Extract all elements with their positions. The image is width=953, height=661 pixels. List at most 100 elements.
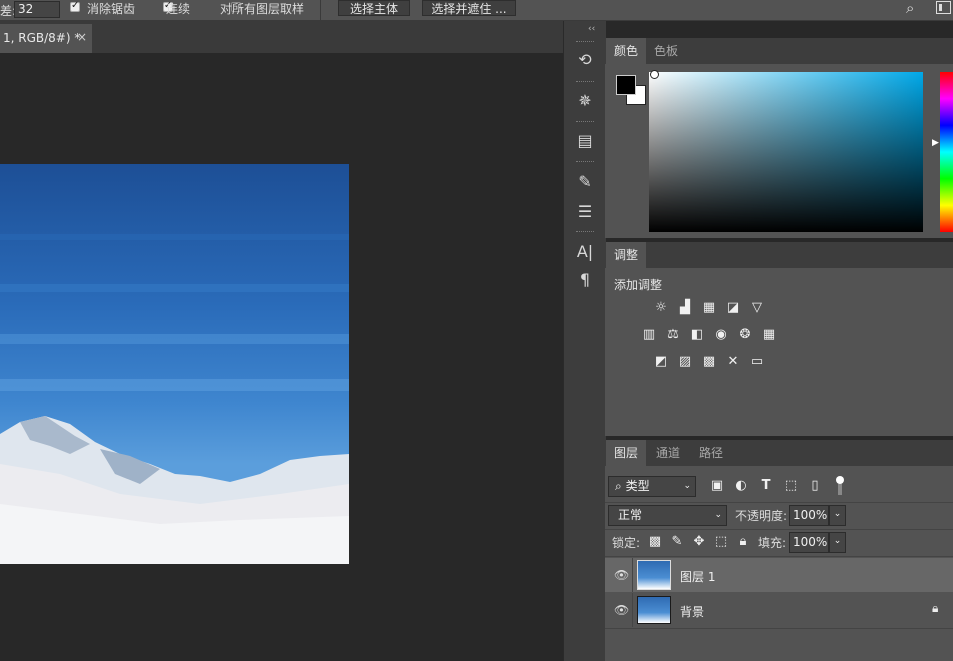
layer-name[interactable]: 背景	[680, 603, 704, 620]
brush-settings-icon[interactable]: ☰	[564, 199, 606, 225]
search-icon[interactable]: ⌕	[906, 0, 914, 17]
visibility-eye-icon[interactable]: 👁︎	[614, 603, 629, 617]
collapse-icon[interactable]: ‹‹	[588, 24, 595, 34]
canvas-area[interactable]	[0, 53, 563, 661]
color-picker-handle[interactable]	[650, 70, 659, 79]
hue-slider[interactable]	[940, 72, 953, 232]
filter-adjustment-icon[interactable]: ◐	[733, 479, 749, 493]
divider	[605, 556, 953, 557]
divider	[605, 502, 953, 503]
lock-transparency-icon[interactable]: ▩	[647, 535, 663, 549]
layer-thumbnail	[637, 596, 671, 624]
divider	[605, 628, 953, 629]
hue-slider-handle[interactable]: ▶	[932, 138, 939, 148]
contiguous-label: 连续	[166, 2, 191, 16]
layer-row[interactable]: 👁︎ 背景 🔒︎	[605, 593, 953, 627]
grip-handle[interactable]	[576, 41, 594, 43]
search-icon: ⌕	[615, 479, 622, 493]
fill-label: 填充:	[758, 536, 787, 550]
grip-handle[interactable]	[576, 161, 594, 163]
tab-swatches[interactable]: 色板	[646, 38, 686, 64]
adjustments-panel-tabs: 调整	[605, 242, 953, 268]
layer-filter-dropdown[interactable]: ⌕ 类型 ⌄	[608, 476, 696, 497]
photo-filter-icon[interactable]: ◉	[713, 328, 729, 342]
close-icon[interactable]: ×	[77, 30, 87, 44]
lock-pixels-icon[interactable]: ✎	[669, 535, 685, 549]
select-subject-button[interactable]: 选择主体	[338, 0, 410, 16]
settings-icon[interactable]: ✵	[564, 88, 606, 114]
hue-saturation-icon[interactable]: ▥	[641, 328, 657, 342]
levels-icon[interactable]: ▟	[677, 301, 693, 315]
divider	[605, 529, 953, 530]
lock-position-icon[interactable]: ✥	[691, 535, 707, 549]
color-panel-tabs: 颜色 色板	[605, 38, 953, 64]
tab-channels[interactable]: 通道	[648, 440, 688, 466]
blend-mode-dropdown[interactable]: 正常 ⌄	[608, 505, 727, 526]
channel-mixer-icon[interactable]: ❂	[737, 328, 753, 342]
select-and-mask-button[interactable]: 选择并遮住 ...	[422, 0, 516, 16]
brush-icon[interactable]: ✎	[564, 169, 606, 195]
selective-color-icon[interactable]: ✕	[725, 355, 741, 369]
grip-handle[interactable]	[576, 81, 594, 83]
filter-pixel-icon[interactable]: ▣	[709, 479, 725, 493]
layer-name[interactable]: 图层 1	[680, 568, 715, 585]
tab-adjustments[interactable]: 调整	[606, 242, 646, 268]
panel-icon-strip: ‹‹ ⟲ ✵ ▤ ✎ ☰ A| ¶	[563, 21, 606, 661]
document-tab-title: 1, RGB/8#) *	[3, 31, 81, 45]
color-balance-icon[interactable]: ⚖	[665, 328, 681, 342]
curves-icon[interactable]: ▦	[701, 301, 717, 315]
fill-input[interactable]: 100%	[789, 532, 829, 553]
paragraph-icon[interactable]: ¶	[564, 267, 606, 293]
grip-handle[interactable]	[576, 121, 594, 123]
grip-handle[interactable]	[576, 231, 594, 233]
workspace-icon[interactable]	[936, 1, 951, 14]
exposure-icon[interactable]: ◪	[725, 301, 741, 315]
properties-icon[interactable]: ▤	[564, 128, 606, 154]
color-field[interactable]	[649, 72, 923, 232]
layer-thumbnail	[637, 560, 671, 590]
opacity-chevron-icon[interactable]: ⌄	[829, 505, 846, 526]
tab-paths[interactable]: 路径	[691, 440, 731, 466]
antialias-label: 消除锯齿	[87, 2, 136, 16]
fill-chevron-icon[interactable]: ⌄	[829, 532, 846, 553]
filter-shape-icon[interactable]: ⬚	[783, 479, 799, 493]
sample-all-layers-label: 对所有图层取样	[220, 2, 305, 16]
lock-label: 锁定:	[612, 536, 641, 550]
lock-artboard-icon[interactable]: ⬚	[713, 535, 729, 549]
filter-toggle[interactable]	[835, 476, 845, 496]
lock-icon[interactable]: 🔒︎	[932, 601, 938, 616]
color-panel: ▶	[605, 64, 953, 238]
brightness-contrast-icon[interactable]: ☼	[653, 301, 669, 315]
posterize-icon[interactable]: ▨	[677, 355, 693, 369]
invert-icon[interactable]: ◩	[653, 355, 669, 369]
visibility-eye-icon[interactable]: 👁︎	[614, 568, 629, 582]
tolerance-input[interactable]: 32	[14, 1, 60, 18]
color-lookup-icon[interactable]: ▦	[761, 328, 777, 342]
tab-layers[interactable]: 图层	[606, 440, 646, 466]
document-tab[interactable]: 1, RGB/8#) * ×	[0, 24, 92, 53]
filter-smart-object-icon[interactable]: ▯	[807, 479, 823, 493]
layers-panel-tabs: 图层 通道 路径	[605, 440, 953, 466]
gradient-map-icon[interactable]: ▭	[749, 355, 765, 369]
opacity-label: 不透明度:	[735, 509, 788, 523]
layers-panel: ⌕ 类型 ⌄ ▣ ◐ T ⬚ ▯ 正常 ⌄ 不透明度: 100% ⌄ 锁定: ▩…	[605, 466, 953, 661]
foreground-swatch[interactable]	[616, 75, 636, 95]
layer-row[interactable]: 👁︎ 图层 1	[605, 558, 953, 592]
threshold-icon[interactable]: ▩	[701, 355, 717, 369]
history-icon[interactable]: ⟲	[564, 47, 606, 73]
adjustments-panel: 添加调整 ☼ ▟ ▦ ◪ ▽ ▥ ⚖ ◧ ◉ ❂ ▦ ◩ ▨ ▩ ✕ ▭	[605, 268, 953, 436]
black-white-icon[interactable]: ◧	[689, 328, 705, 342]
vibrance-icon[interactable]: ▽	[749, 301, 765, 315]
document-image	[0, 164, 349, 564]
chevron-down-icon: ⌄	[714, 510, 722, 520]
toolbar-divider	[320, 0, 321, 20]
chevron-down-icon: ⌄	[683, 481, 691, 491]
options-bar: 差: 32 消除锯齿 连续 对所有图层取样 选择主体 选择并遮住 ... ⌕	[0, 0, 953, 21]
character-icon[interactable]: A|	[564, 239, 606, 265]
adjustments-heading: 添加调整	[614, 278, 663, 292]
antialias-checkbox[interactable]	[70, 0, 80, 12]
filter-type-icon[interactable]: T	[758, 479, 774, 493]
tab-color[interactable]: 颜色	[606, 38, 646, 64]
lock-all-icon[interactable]: 🔒︎	[735, 535, 751, 549]
opacity-input[interactable]: 100%	[789, 505, 829, 526]
